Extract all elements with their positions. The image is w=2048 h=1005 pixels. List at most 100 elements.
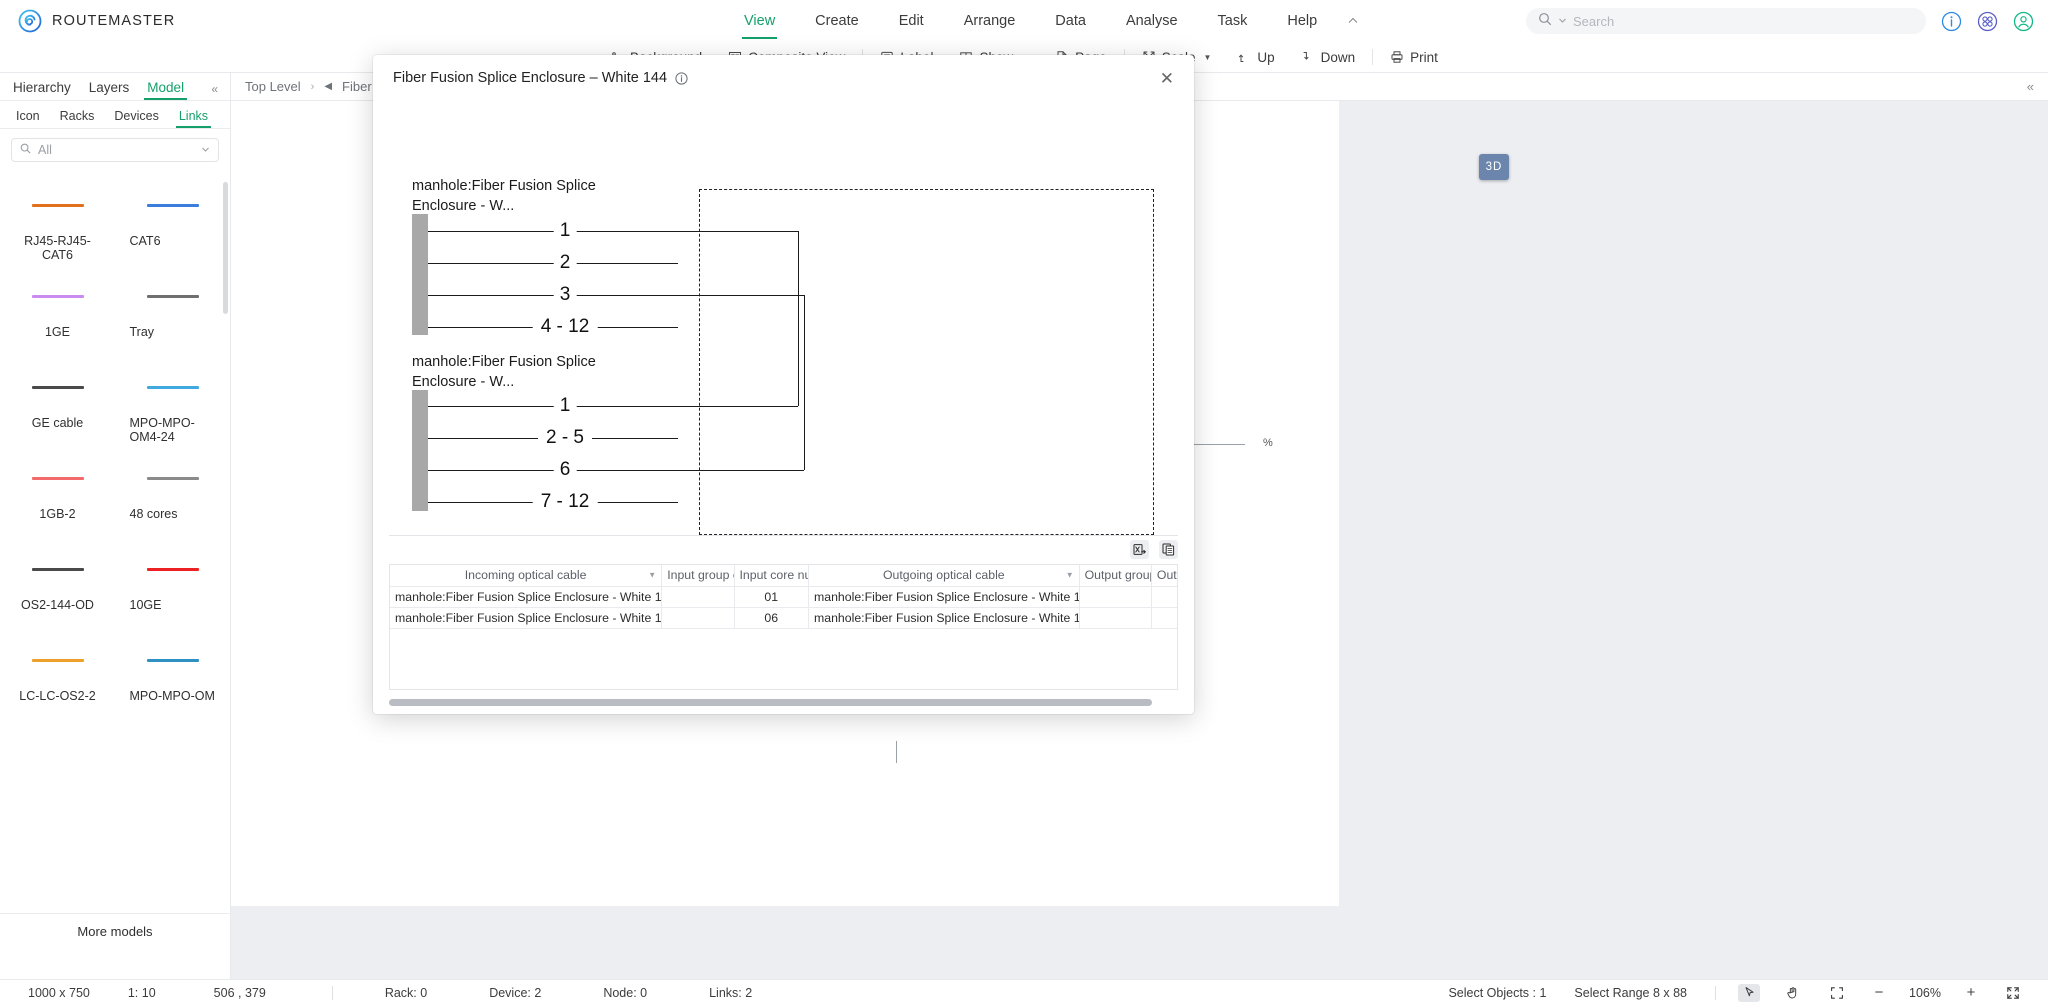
- table-tools: [1130, 540, 1178, 559]
- model-item-mpo-mpo-om[interactable]: MPO-MPO-OM: [115, 641, 230, 732]
- zoom-out-button[interactable]: −: [1870, 984, 1888, 1001]
- table-row[interactable]: manhole:Fiber Fusion Splice Enclosure - …: [390, 586, 1178, 607]
- back-triangle-icon[interactable]: ◀: [324, 81, 332, 92]
- status-divider: [332, 986, 333, 1000]
- cell-outlet-core-number: 01: [1151, 586, 1178, 607]
- table-row[interactable]: manhole:Fiber Fusion Splice Enclosure - …: [390, 607, 1178, 628]
- chevron-down-icon[interactable]: [201, 145, 210, 156]
- col-incoming-optical-cable[interactable]: Incoming optical cable ▼: [390, 565, 662, 586]
- search-icon: [20, 141, 31, 159]
- model-grid-scrollbar[interactable]: [223, 182, 228, 314]
- ribbon-collapse-icon[interactable]: [1337, 0, 1369, 42]
- menu-item-edit[interactable]: Edit: [879, 0, 944, 42]
- menu-item-data[interactable]: Data: [1035, 0, 1106, 42]
- model-item-1gb-2[interactable]: 1GB-2: [0, 459, 115, 550]
- col-input-core-nu[interactable]: Input core nu: [734, 565, 809, 586]
- tab-model[interactable]: Model: [138, 80, 193, 100]
- chevron-down-icon[interactable]: ▼: [1203, 53, 1211, 62]
- status-canvas-size: 1000 x 750: [28, 986, 90, 1000]
- toggle-3d-button[interactable]: 3D: [1479, 154, 1509, 180]
- fit-selection-icon[interactable]: [1826, 984, 1848, 1002]
- close-icon[interactable]: ✕: [1160, 70, 1174, 87]
- link-color-swatch: [147, 204, 199, 207]
- chevron-down-icon[interactable]: ▼: [648, 571, 656, 580]
- more-models-button[interactable]: More models: [0, 913, 230, 949]
- group-label: manhole:Fiber Fusion Splice Enclosure - …: [412, 353, 642, 392]
- info-icon[interactable]: [1940, 10, 1962, 32]
- pan-hand-icon[interactable]: [1782, 984, 1804, 1002]
- col-output-group[interactable]: Output group: [1079, 565, 1151, 586]
- model-item-cat6[interactable]: CAT6: [115, 186, 230, 277]
- splice-route-horizontal: [678, 406, 798, 407]
- link-color-swatch: [32, 386, 84, 389]
- port-number: 3: [554, 284, 577, 306]
- cursor-icon[interactable]: [1738, 984, 1760, 1002]
- model-item-mpo-mpo-om4-24[interactable]: MPO-MPO-OM4-24: [115, 368, 230, 459]
- ribbon-up-button[interactable]: Up: [1224, 46, 1287, 68]
- status-device-count: Device: 2: [489, 986, 541, 1000]
- model-item-os2-144-od[interactable]: OS2-144-OD: [0, 550, 115, 641]
- canvas-link-stub-label: %: [1263, 437, 1273, 449]
- model-item-ge-cable[interactable]: GE cable: [0, 368, 115, 459]
- table-horizontal-scrollbar[interactable]: [389, 699, 1152, 706]
- right-panel-collapse-icon[interactable]: «: [2027, 79, 2034, 94]
- subtab-links[interactable]: Links: [169, 109, 218, 128]
- tab-layers[interactable]: Layers: [80, 80, 139, 100]
- link-color-swatch: [32, 659, 84, 662]
- menu-item-create[interactable]: Create: [795, 0, 879, 42]
- ribbon-down-button[interactable]: Down: [1288, 46, 1369, 68]
- fullscreen-icon[interactable]: [2002, 984, 2024, 1002]
- status-cursor-coords: 506 , 379: [214, 986, 266, 1000]
- splice-route-vertical: [804, 295, 805, 470]
- top-right-tools: Search: [1526, 0, 2034, 42]
- brand: ROUTEMASTER: [0, 9, 300, 33]
- cell-outgoing-optical-cable: manhole:Fiber Fusion Splice Enclosure - …: [809, 586, 1080, 607]
- status-select-range: Select Range 8 x 88: [1574, 986, 1687, 1000]
- copy-table-icon[interactable]: [1159, 540, 1178, 559]
- tab-hierarchy[interactable]: Hierarchy: [4, 80, 80, 100]
- apps-icon[interactable]: [1976, 10, 1998, 32]
- col-outgoing-optical-cable[interactable]: Outgoing optical cable ▼: [809, 565, 1080, 586]
- subtab-devices[interactable]: Devices: [104, 109, 168, 128]
- zoom-in-button[interactable]: +: [1962, 984, 1980, 1001]
- export-excel-icon[interactable]: [1130, 540, 1149, 559]
- col-outlet-core-nu[interactable]: Outlet core nu: [1151, 565, 1178, 586]
- model-item-48-cores[interactable]: 48 cores: [115, 459, 230, 550]
- splice-table-wrapper[interactable]: Incoming optical cable ▼ Input group c I…: [389, 564, 1178, 690]
- ribbon-print-button[interactable]: Print: [1377, 46, 1451, 68]
- model-item-tray[interactable]: Tray: [115, 277, 230, 368]
- breadcrumb-separator: ›: [311, 81, 315, 93]
- link-color-swatch: [32, 568, 84, 571]
- enclosure-boundary: [699, 189, 1154, 535]
- cell-input-group: [662, 607, 734, 628]
- menu-item-view[interactable]: View: [724, 0, 795, 42]
- subtab-racks[interactable]: Racks: [50, 109, 105, 128]
- subtab-icon[interactable]: Icon: [6, 109, 50, 128]
- status-scale-ratio: 1: 10: [128, 986, 156, 1000]
- user-avatar-icon[interactable]: [2012, 10, 2034, 32]
- menu-item-task[interactable]: Task: [1198, 0, 1268, 42]
- info-circle-icon[interactable]: [675, 72, 688, 85]
- status-select-objects: Select Objects : 1: [1448, 986, 1546, 1000]
- splice-route-vertical: [798, 231, 799, 406]
- menu-item-analyse[interactable]: Analyse: [1106, 0, 1198, 42]
- breadcrumb-top-level[interactable]: Top Level: [245, 79, 301, 94]
- model-search-wrap: All: [0, 129, 230, 168]
- down-icon: [1301, 50, 1315, 64]
- col-input-group-c[interactable]: Input group c: [662, 565, 734, 586]
- search-scope-chevron-down-icon[interactable]: [1558, 12, 1567, 30]
- menu-item-help[interactable]: Help: [1267, 0, 1337, 42]
- chevron-down-icon[interactable]: ▼: [1066, 571, 1074, 580]
- global-search[interactable]: Search: [1526, 8, 1926, 34]
- status-rack-count: Rack: 0: [385, 986, 427, 1000]
- cell-input-group: [662, 586, 734, 607]
- port-number: 1: [554, 395, 577, 417]
- model-search-input[interactable]: All: [11, 138, 219, 162]
- model-item-10ge[interactable]: 10GE: [115, 550, 230, 641]
- model-item-1ge[interactable]: 1GE: [0, 277, 115, 368]
- model-item-lc-lc-os2-2[interactable]: LC-LC-OS2-2: [0, 641, 115, 732]
- panel-collapse-left-icon[interactable]: «: [211, 82, 226, 100]
- port-number: 2 - 5: [538, 427, 592, 449]
- model-item-rj45-rj45-cat6[interactable]: RJ45-RJ45-CAT6: [0, 186, 115, 277]
- menu-item-arrange[interactable]: Arrange: [944, 0, 1036, 42]
